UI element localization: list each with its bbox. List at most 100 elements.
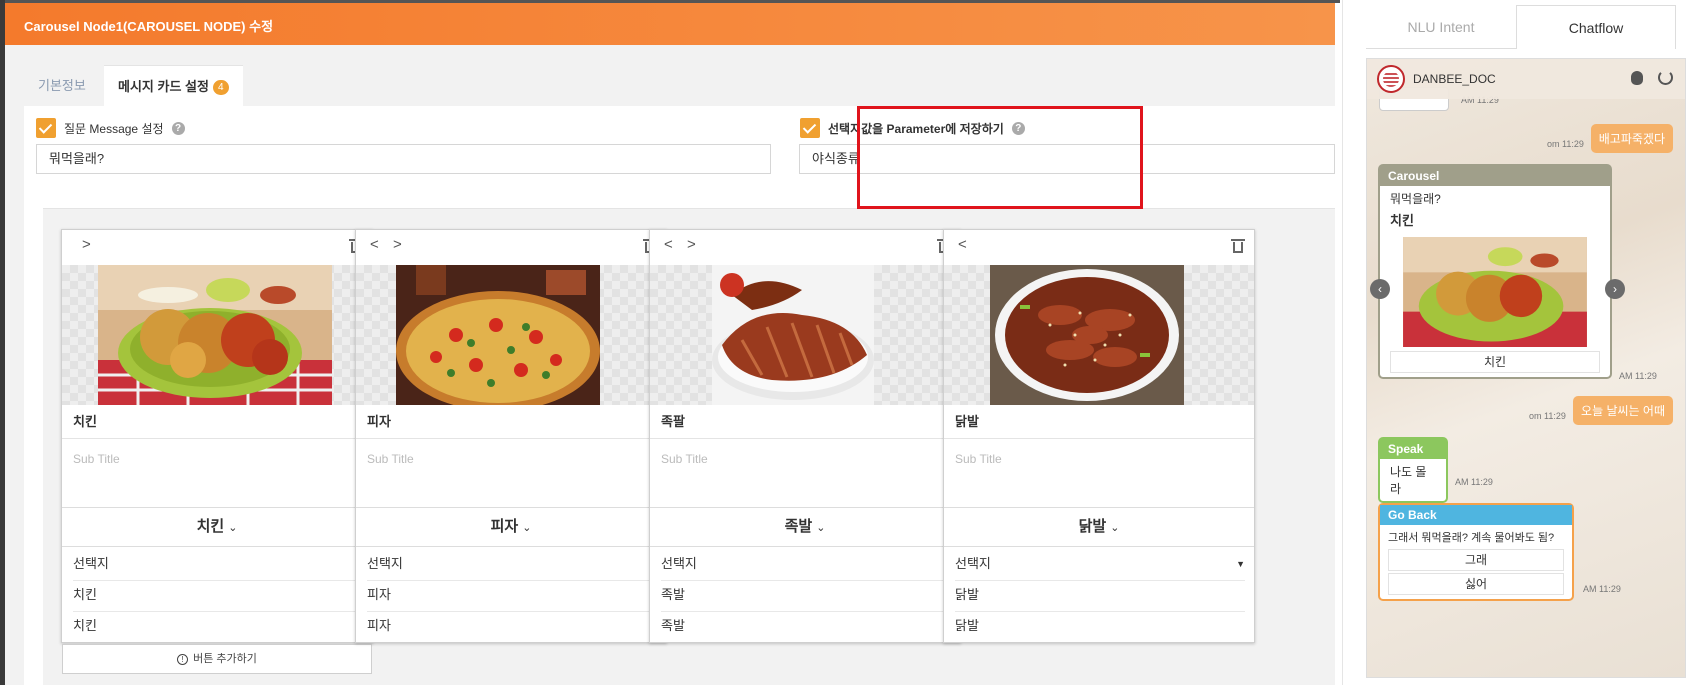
pizza-image: [396, 265, 600, 405]
carousel-card-image: [1403, 237, 1587, 347]
choice-row[interactable]: 족발: [661, 578, 951, 612]
goback-message-text: 그래서 뭐먹을래? 계속 물어봐도 됨?: [1388, 532, 1555, 544]
message-time: AM 11:29: [1583, 584, 1621, 594]
chevron-down-icon: ⌄: [816, 522, 826, 534]
question-message-input[interactable]: 뭐먹을래?: [36, 144, 771, 174]
goback-message-header: Go Back: [1380, 505, 1572, 525]
trash-icon[interactable]: [1231, 238, 1245, 253]
chevron-down-icon: ⌄: [1110, 522, 1120, 534]
prev-card-icon[interactable]: <: [370, 237, 379, 252]
card-image[interactable]: [62, 265, 372, 405]
choice-row[interactable]: 피자: [367, 578, 657, 612]
goback-option-button[interactable]: 그래: [1388, 549, 1564, 571]
card-nav: >: [62, 230, 372, 262]
speak-message-text: 나도 몰라: [1390, 465, 1427, 496]
add-button-button[interactable]: ! 버튼 추가하기: [62, 644, 372, 674]
bot-logo-icon: [1377, 65, 1405, 93]
card-count-badge: 4: [212, 80, 229, 96]
tab-message-card-settings[interactable]: 메시지 카드 설정 4: [104, 65, 243, 106]
card-subtitle-input[interactable]: Sub Title: [73, 452, 120, 466]
carousel-card: < 닭발 Sub Title 닭발 ⌄ 선택지 ▼ 닭발 닭발: [943, 229, 1255, 643]
carousel-question: 뭐먹을래?: [1390, 192, 1441, 206]
next-card-icon[interactable]: >: [393, 237, 402, 252]
choice-select[interactable]: 선택지▼: [367, 547, 657, 581]
choice-header-label: 선택지: [955, 556, 991, 571]
fried-chicken-image: [98, 265, 332, 405]
choice-row[interactable]: 피자: [367, 609, 657, 643]
choice-select[interactable]: 선택지▼: [661, 547, 951, 581]
prev-card-icon[interactable]: <: [664, 237, 673, 252]
choice-header-label: 선택지: [73, 556, 109, 571]
tab-basic-info-label: 기본정보: [38, 78, 86, 93]
help-icon[interactable]: ?: [171, 121, 185, 135]
card-choice-dropdown[interactable]: 치킨 ⌄: [62, 507, 372, 547]
card-nav: <: [944, 230, 1254, 262]
carousel-message-body: 뭐먹을래? 치킨 치킨: [1380, 186, 1610, 377]
card-nav: < >: [356, 230, 666, 262]
tab-nlu-intent[interactable]: NLU Intent: [1366, 5, 1516, 49]
choice-select[interactable]: 선택지 ▼: [955, 547, 1245, 581]
question-message-checkbox[interactable]: [36, 118, 56, 138]
message-time: AM 11:29: [1619, 371, 1657, 381]
choice-row[interactable]: 닭발: [955, 578, 1245, 612]
chat-header: DANBEE_DOC: [1367, 59, 1685, 99]
user-message-bubble: 오늘 날씨는 어때: [1573, 396, 1673, 425]
goback-option-button[interactable]: 싫어: [1388, 573, 1564, 595]
speak-message: Speak 나도 몰라: [1378, 437, 1448, 503]
prev-card-icon[interactable]: <: [958, 237, 967, 252]
refresh-icon[interactable]: [1658, 70, 1673, 85]
card-image[interactable]: [944, 265, 1254, 405]
card-subtitle-input[interactable]: Sub Title: [955, 452, 1002, 466]
card-choice-dropdown[interactable]: 피자 ⌄: [356, 507, 666, 547]
carousel-message: Carousel 뭐먹을래? 치킨 치킨: [1378, 164, 1612, 379]
editor-title: Carousel Node1(CAROUSEL NODE) 수정: [24, 19, 274, 34]
carousel-choice-button[interactable]: 치킨: [1390, 351, 1600, 373]
choice-select[interactable]: 선택지▼: [73, 547, 363, 581]
card-subtitle-input[interactable]: Sub Title: [661, 452, 708, 466]
choice-header-label: 선택지: [661, 556, 697, 571]
choice-row[interactable]: 치킨: [73, 578, 363, 612]
carousel-next-icon[interactable]: ›: [1605, 279, 1625, 299]
card-dropdown-value: 족발: [784, 518, 813, 535]
card-title[interactable]: 피자: [356, 405, 666, 439]
card-choice-dropdown[interactable]: 족발 ⌄: [650, 507, 960, 547]
choice-header-label: 선택지: [367, 556, 403, 571]
card-title[interactable]: 족팔: [650, 405, 960, 439]
plus-circle-icon: !: [177, 653, 189, 665]
annotation-highlight-box: [857, 106, 1143, 209]
carousel-card: > 치킨 Sub Title 치킨 ⌄ 선택지 치킨 치킨 ! 버튼 추가하기: [61, 229, 373, 674]
next-card-icon[interactable]: >: [687, 237, 696, 252]
choice-row[interactable]: 족발: [661, 609, 951, 643]
message-time: om 11:29: [1529, 411, 1566, 421]
speak-message-header: Speak: [1380, 439, 1446, 459]
tab-message-card-label: 메시지 카드 설정: [118, 79, 209, 94]
caret-down-icon: ▼: [1236, 559, 1245, 569]
card-image[interactable]: [650, 265, 960, 405]
card-title[interactable]: 치킨: [62, 405, 372, 439]
choice-row[interactable]: 닭발: [955, 609, 1245, 643]
question-message-label-group: 질문 Message 설정 ?: [36, 118, 185, 138]
card-subtitle-input[interactable]: Sub Title: [367, 452, 414, 466]
chevron-down-icon: ⌄: [228, 522, 238, 534]
editor-tabs: 기본정보 메시지 카드 설정 4: [24, 65, 1335, 106]
save-parameter-checkbox[interactable]: [800, 118, 820, 138]
card-choice-dropdown[interactable]: 닭발 ⌄: [944, 507, 1254, 547]
card-dropdown-value: 닭발: [1078, 518, 1107, 535]
choice-row[interactable]: 치킨: [73, 609, 363, 643]
bot-name: DANBEE_DOC: [1413, 72, 1496, 86]
carousel-message-header: Carousel: [1380, 166, 1610, 186]
carousel-prev-icon[interactable]: ‹: [1370, 279, 1390, 299]
tab-chatflow[interactable]: Chatflow: [1516, 5, 1676, 49]
message-time: om 11:29: [1547, 139, 1584, 149]
user-message-bubble: 배고파죽겠다: [1590, 124, 1673, 153]
tab-basic-info[interactable]: 기본정보: [24, 65, 100, 106]
card-image[interactable]: [356, 265, 666, 405]
card-dropdown-value: 치킨: [196, 518, 225, 535]
bug-icon[interactable]: [1631, 71, 1643, 85]
card-title[interactable]: 닭발: [944, 405, 1254, 439]
next-card-icon[interactable]: >: [82, 237, 91, 252]
carousel-node-editor: Carousel Node1(CAROUSEL NODE) 수정 기본정보 메시…: [5, 3, 1335, 685]
carousel-card-title: 치킨: [1390, 213, 1414, 228]
pork-trotters-image: [712, 265, 874, 405]
goback-message: Go Back 그래서 뭐먹을래? 계속 물어봐도 됨? 그래 싫어: [1378, 503, 1574, 601]
